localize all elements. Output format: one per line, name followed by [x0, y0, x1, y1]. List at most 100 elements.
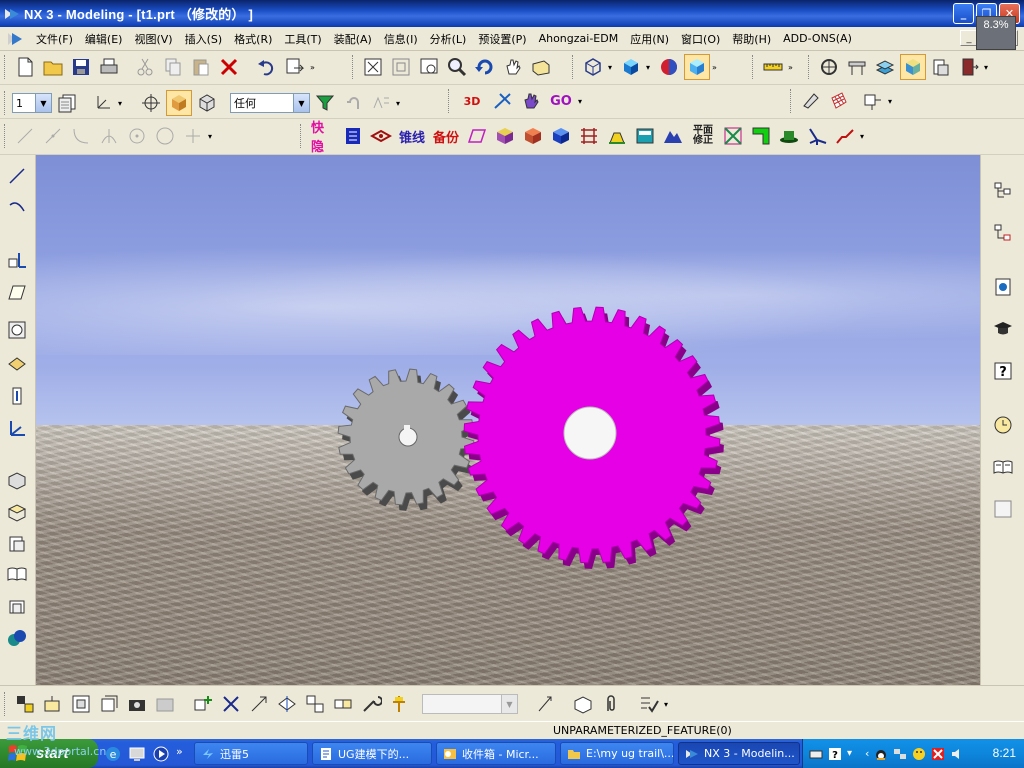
hand-tool-button[interactable]	[518, 88, 544, 114]
assembly-navigator-tab[interactable]	[989, 177, 1017, 205]
help-tray-icon[interactable]: ?	[828, 747, 842, 761]
assembly-dropdown-icon[interactable]: ▾	[664, 700, 672, 709]
menu-help[interactable]: 帮助(H)	[726, 31, 777, 47]
assembly-navigator-button[interactable]	[816, 54, 842, 80]
assembly-tool-1[interactable]	[12, 691, 38, 717]
menu-file[interactable]: 文件(F)	[30, 31, 79, 47]
go-button[interactable]: GO	[546, 88, 576, 114]
perspective-button[interactable]	[528, 54, 554, 80]
studio-render-button[interactable]	[684, 54, 710, 80]
feature-dropdown-icon[interactable]: ▾	[860, 132, 868, 141]
drafting-button[interactable]	[844, 54, 870, 80]
task-outlook-inbox[interactable]: 收件箱 - Micr...	[436, 742, 556, 765]
pocket-feature-button[interactable]	[4, 531, 30, 557]
filter-arrow-icon[interactable]: ▼	[293, 94, 309, 112]
assembly-tool-11[interactable]	[302, 691, 328, 717]
block-feature-button[interactable]	[4, 467, 30, 493]
nx-app-icon[interactable]	[4, 6, 20, 22]
keyboard-icon[interactable]	[809, 747, 823, 761]
selection-tools-button[interactable]	[368, 90, 394, 116]
assembly-tool-12[interactable]	[330, 691, 356, 717]
go-dropdown-icon[interactable]: ▾	[578, 97, 586, 106]
bell-tool-button[interactable]	[604, 123, 630, 149]
cone-line-button[interactable]: 锥线	[396, 123, 428, 149]
zoom-window-button[interactable]	[388, 54, 414, 80]
hatch-tool-button[interactable]	[576, 123, 602, 149]
assembly-tool-15[interactable]	[532, 691, 558, 717]
tangent-tool-button[interactable]	[96, 123, 122, 149]
smiley-icon[interactable]	[912, 747, 926, 761]
more-chevron-icon[interactable]: »	[310, 63, 318, 72]
selection-dropdown-icon[interactable]: ▾	[396, 99, 404, 108]
curve-dropdown-icon[interactable]: ▾	[208, 132, 216, 141]
three-d-tool-button[interactable]: 3D	[456, 88, 488, 114]
fit-view-button[interactable]	[360, 54, 386, 80]
sheet-metal-button[interactable]	[872, 54, 898, 80]
transform-dropdown-icon[interactable]: ▾	[888, 97, 896, 106]
history-tab[interactable]	[989, 273, 1017, 301]
modeling-app-button[interactable]	[900, 54, 926, 80]
graphics-viewport[interactable]	[36, 155, 980, 685]
assembly-tool-16[interactable]	[570, 691, 596, 717]
book-tool-button[interactable]	[4, 561, 30, 587]
training-tab[interactable]	[989, 315, 1017, 343]
assembly-tool-5[interactable]	[124, 691, 150, 717]
solid-block-button[interactable]	[492, 123, 518, 149]
render-dropdown-icon[interactable]: ▾	[646, 63, 654, 72]
assembly-tool-4[interactable]	[96, 691, 122, 717]
task-nx-modeling[interactable]: NX 3 - Modelin...	[678, 742, 800, 765]
layer-settings-button[interactable]	[54, 90, 80, 116]
measure-dropdown-icon[interactable]: »	[788, 63, 796, 72]
snap-tools-button[interactable]	[490, 88, 516, 114]
arc-tool-button[interactable]	[68, 123, 94, 149]
volume-icon[interactable]	[950, 747, 964, 761]
blank-tab[interactable]	[989, 495, 1017, 523]
grid-tool-button[interactable]	[826, 88, 852, 114]
pad-feature-button[interactable]	[4, 499, 30, 525]
wcs-dropdown-icon[interactable]: ▾	[118, 99, 126, 108]
task-explorer-folder[interactable]: E:\my ug trail\...	[560, 742, 674, 765]
datum-plane-button[interactable]	[4, 279, 30, 305]
assembly-tool-10[interactable]	[274, 691, 300, 717]
assembly-tool-3[interactable]	[68, 691, 94, 717]
minimize-button[interactable]: _	[953, 3, 974, 24]
repeat-command-button[interactable]	[282, 54, 308, 80]
circle-point-button[interactable]	[124, 123, 150, 149]
drawing-button[interactable]	[928, 54, 954, 80]
work-layer-combo[interactable]: 1 ▼	[12, 93, 52, 113]
menu-tools[interactable]: 工具(T)	[278, 31, 327, 47]
show-desktop-icon[interactable]	[128, 745, 146, 763]
calculator-button[interactable]	[632, 123, 658, 149]
palette-tool-button[interactable]	[798, 88, 824, 114]
open-file-button[interactable]	[40, 54, 66, 80]
filter-settings-button[interactable]	[312, 90, 338, 116]
wcs-button[interactable]	[90, 90, 116, 116]
face-analysis-button[interactable]	[656, 54, 682, 80]
blue-solid-button[interactable]	[548, 123, 574, 149]
hat-tool-button[interactable]	[776, 123, 802, 149]
line-point-button[interactable]	[40, 123, 66, 149]
green-corner-button[interactable]	[748, 123, 774, 149]
boolean-unite-button[interactable]	[4, 625, 30, 651]
menu-format[interactable]: 格式(R)	[228, 31, 278, 47]
menu-insert[interactable]: 插入(S)	[179, 31, 229, 47]
combo-arrow-icon[interactable]: ▼	[35, 94, 51, 112]
backup-button[interactable]: 备份	[430, 123, 462, 149]
transform-button[interactable]	[860, 88, 886, 114]
task-ug-modeling-doc[interactable]: UG建模下的...	[312, 742, 432, 765]
print-button[interactable]	[96, 54, 122, 80]
point-tool-button[interactable]	[180, 123, 206, 149]
small-gear[interactable]	[337, 368, 475, 506]
assembly-tool-9[interactable]	[246, 691, 272, 717]
system-materials-tab[interactable]	[989, 453, 1017, 481]
copy-button[interactable]	[160, 54, 186, 80]
select-body-button[interactable]	[166, 90, 192, 116]
cut-button[interactable]	[132, 54, 158, 80]
tray-expand-icon[interactable]: ‹	[865, 747, 869, 760]
menu-view[interactable]: 视图(V)	[128, 31, 178, 47]
assembly-tool-8[interactable]	[218, 691, 244, 717]
deselect-button[interactable]	[340, 90, 366, 116]
diamond-plane-button[interactable]	[368, 123, 394, 149]
more-render-chevron-icon[interactable]: »	[712, 63, 720, 72]
snap-point-button[interactable]	[138, 90, 164, 116]
